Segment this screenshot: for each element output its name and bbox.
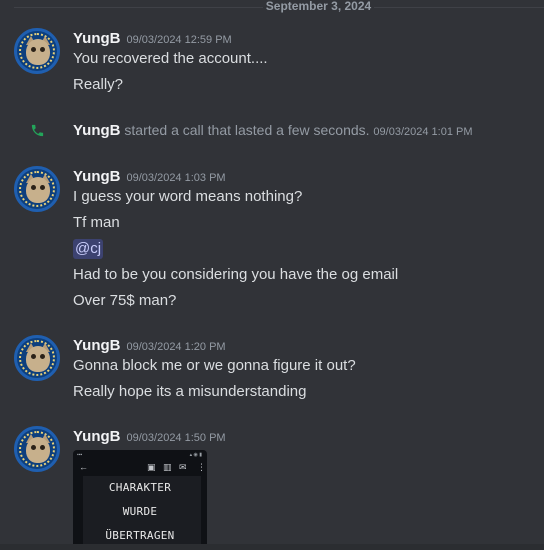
username[interactable]: YungB [73,337,121,354]
avatar[interactable] [14,166,60,212]
message-text: @cj [73,239,104,259]
call-system-text: YungB started a call that lasted a few s… [73,121,473,141]
avatar-cat-face [26,177,50,203]
timestamp: 09/03/2024 1:50 PM [126,432,226,444]
message-text: Really hope its a misunderstanding [73,383,307,400]
trash-icon: ▥ [163,462,172,472]
image-attachment[interactable]: ▪▪▪ ▴ ◉ ▮ ← ▣ ▥ ✉ ⋮ CHARAKTER WURDE ÜBER… [73,450,207,550]
message-text: Over 75$ man? [73,292,177,309]
date-divider: September 3, 2024 [0,0,544,14]
divider-line-right [374,7,544,8]
attachment-text-line: CHARAKTER [108,481,172,494]
message-text: Tf man [73,214,120,231]
timestamp: 09/03/2024 1:03 PM [126,172,226,184]
username[interactable]: YungB [73,428,121,445]
status-bar-time: ▪▪▪ [77,452,83,458]
timestamp: 09/03/2024 1:01 PM [373,126,473,138]
message-text: You recovered the account.... [73,50,268,67]
message-text: Really? [73,76,124,93]
message-header: YungB 09/03/2024 12:59 PM [73,30,232,48]
username[interactable]: YungB [73,168,121,185]
more-options-icon: ⋮ [197,462,206,472]
date-divider-label: September 3, 2024 [265,0,372,13]
timestamp: 09/03/2024 1:20 PM [126,341,226,353]
avatar-cat-face [26,346,50,372]
call-description: started a call that lasted a few seconds… [124,122,370,138]
mail-icon: ✉ [179,462,187,472]
avatar-cat-face [26,437,50,463]
timestamp: 09/03/2024 12:59 PM [126,34,232,46]
avatar[interactable] [14,28,60,74]
message-text: Had to be you considering you have the o… [73,266,399,283]
back-arrow-icon: ← [79,462,88,472]
username[interactable]: YungB [73,122,121,139]
phone-toolbar: ← ▣ ▥ ✉ ⋮ [73,460,207,476]
message-group: YungB 09/03/2024 1:03 PM I guess your wor… [0,166,544,318]
avatar[interactable] [14,426,60,472]
user-mention[interactable]: @cj [73,239,104,259]
username[interactable]: YungB [73,30,121,47]
message-header: YungB 09/03/2024 1:20 PM [73,337,226,355]
phone-status-bar: ▪▪▪ ▴ ◉ ▮ [73,450,207,460]
divider-line-left [14,7,263,8]
attachment-text-line: ÜBERTRAGEN [105,529,175,542]
message-header: YungB 09/03/2024 1:50 PM [73,428,226,446]
message-text: I guess your word means nothing? [73,188,303,205]
message-group: YungB 09/03/2024 1:20 PM Gonna block me o… [0,335,544,407]
status-bar-icons: ▴ ◉ ▮ [189,452,202,458]
message-header: YungB 09/03/2024 1:03 PM [73,168,226,186]
archive-icon: ▣ [147,462,156,472]
avatar-cat-face [26,39,50,65]
scroll-edge [0,544,544,550]
avatar[interactable] [14,335,60,381]
call-system-message: YungB started a call that lasted a few s… [0,120,544,140]
message-text: Gonna block me or we gonna figure it out… [73,357,356,374]
message-group: YungB 09/03/2024 12:59 PM You recovered t… [0,28,544,100]
phone-icon [31,124,44,137]
attachment-text-line: WURDE [122,505,158,518]
